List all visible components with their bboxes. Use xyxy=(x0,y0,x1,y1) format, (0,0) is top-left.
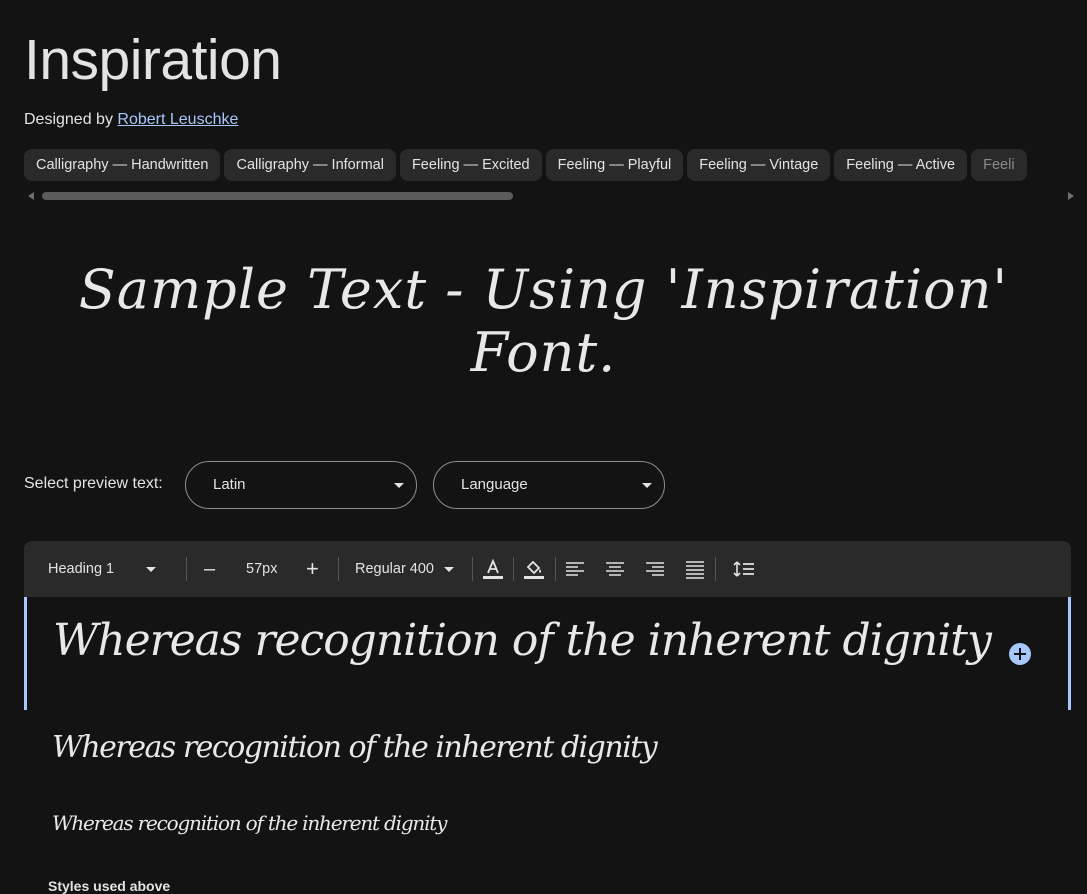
script-dropdown-value: Latin xyxy=(213,476,246,493)
toolbar-divider xyxy=(715,557,716,581)
chevron-down-icon xyxy=(444,566,455,572)
align-center-icon[interactable] xyxy=(601,555,629,583)
font-size-value[interactable]: 57px xyxy=(246,541,277,597)
decrease-size-button[interactable]: – xyxy=(204,541,215,597)
heading2-sample-text[interactable]: Whereas recognition of the inherent dign… xyxy=(52,730,658,765)
text-style-value: Heading 1 xyxy=(48,561,115,577)
styles-used-label: Styles used above xyxy=(48,878,171,894)
tag-chip[interactable]: Feeling — Vintage xyxy=(687,149,831,181)
designed-by-prefix: Designed by xyxy=(24,111,113,128)
tag-chip[interactable]: Feeling — Playful xyxy=(545,149,684,181)
text-color-icon[interactable] xyxy=(479,555,507,583)
editor-toolbar: Heading 1 – 57px + Regular 400 xyxy=(24,541,1071,597)
hero-sample-text: Sample Text - Using 'Inspiration' Font. xyxy=(78,258,1009,384)
align-justify-icon[interactable] xyxy=(681,555,709,583)
toolbar-divider xyxy=(513,557,514,581)
font-title: Inspiration xyxy=(24,28,282,92)
toolbar-divider xyxy=(555,557,556,581)
heading1-sample-text[interactable]: Whereas recognition of the inherent dign… xyxy=(53,615,992,666)
add-style-icon[interactable] xyxy=(1009,643,1031,665)
tags-scrollbar[interactable] xyxy=(24,189,1074,203)
tag-chip-list: Calligraphy — Handwritten Calligraphy — I… xyxy=(24,149,1087,181)
scroll-left-arrow-icon[interactable] xyxy=(28,192,34,200)
tag-chip[interactable]: Calligraphy — Handwritten xyxy=(24,149,221,181)
designer-line: Designed by Robert Leuschke xyxy=(24,111,238,129)
align-left-icon[interactable] xyxy=(561,555,589,583)
toolbar-divider xyxy=(338,557,339,581)
chevron-down-icon xyxy=(394,483,404,488)
align-right-icon[interactable] xyxy=(641,555,669,583)
font-weight-select[interactable]: Regular 400 xyxy=(355,541,455,597)
scrollbar-thumb[interactable] xyxy=(42,192,513,200)
chevron-down-icon xyxy=(642,483,652,488)
heading1-preview-editor[interactable]: Whereas recognition of the inherent dign… xyxy=(24,597,1071,710)
highlight-color-icon[interactable] xyxy=(520,555,548,583)
designer-link[interactable]: Robert Leuschke xyxy=(117,111,238,128)
font-weight-value: Regular 400 xyxy=(355,561,434,577)
line-height-icon[interactable] xyxy=(730,555,758,583)
text-style-select[interactable]: Heading 1 xyxy=(48,541,157,597)
scroll-right-arrow-icon[interactable] xyxy=(1068,192,1074,200)
tag-chip[interactable]: Feeling — Active xyxy=(834,149,968,181)
tag-chip[interactable]: Feeling — Excited xyxy=(399,149,542,181)
increase-size-button[interactable]: + xyxy=(306,541,319,597)
chevron-down-icon xyxy=(146,566,157,572)
toolbar-divider xyxy=(472,557,473,581)
script-dropdown[interactable]: Latin xyxy=(185,461,417,509)
language-dropdown-value: Language xyxy=(461,476,528,493)
toolbar-divider xyxy=(186,557,187,581)
tag-chip[interactable]: Feeli xyxy=(971,149,1027,181)
tag-chip[interactable]: Calligraphy — Informal xyxy=(224,149,396,181)
heading3-sample-text[interactable]: Whereas recognition of the inherent dign… xyxy=(52,811,447,835)
preview-text-label: Select preview text: xyxy=(24,475,163,492)
language-dropdown[interactable]: Language xyxy=(433,461,665,509)
